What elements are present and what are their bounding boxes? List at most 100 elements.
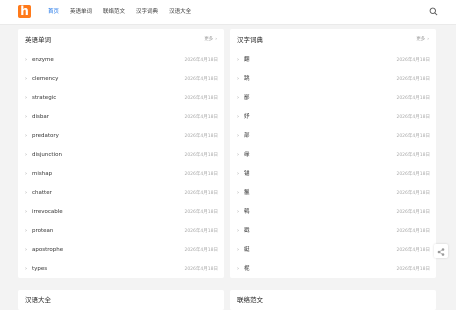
- item-link[interactable]: 綎: [244, 241, 250, 260]
- item-link[interactable]: strategic: [32, 89, 56, 108]
- english-word-list: › enzyme 2026年4月18日 › clemency 2026年4月18日 › str…: [18, 51, 224, 279]
- item-date: 2026年4月18日: [184, 153, 218, 158]
- list-item[interactable]: › 戳 2026年4月18日: [230, 222, 436, 241]
- share-icon: [437, 248, 445, 256]
- card-title: 汉语大全: [25, 296, 51, 304]
- list-item[interactable]: › disjunction 2026年4月18日: [18, 146, 224, 165]
- list-item[interactable]: › mishap 2026年4月18日: [18, 165, 224, 184]
- list-item[interactable]: › 綎 2026年4月18日: [230, 241, 436, 260]
- item-link[interactable]: 锚: [244, 165, 250, 184]
- chevron-right-icon: ›: [25, 171, 27, 177]
- more-label: 更多: [416, 37, 426, 42]
- item-link[interactable]: disjunction: [32, 146, 62, 165]
- chevron-right-icon: ›: [25, 209, 27, 215]
- list-item[interactable]: › 锚 2026年4月18日: [230, 165, 436, 184]
- chevron-right-icon: ›: [25, 152, 27, 158]
- list-item[interactable]: › 翻 2026年4月18日: [230, 51, 436, 70]
- chevron-right-icon: ›: [237, 171, 239, 177]
- chevron-right-icon: ›: [237, 57, 239, 63]
- item-date: 2026年4月18日: [396, 58, 430, 63]
- item-date: 2026年4月18日: [184, 115, 218, 120]
- more-label: 更多: [204, 37, 214, 42]
- list-item[interactable]: › 妤 2026年4月18日: [230, 108, 436, 127]
- english-words-card: 英语单词 更多 › › enzyme 2026年4月18日 › clemency 2026年…: [18, 29, 224, 278]
- list-item[interactable]: › 缘 2026年4月18日: [230, 146, 436, 165]
- item-link[interactable]: 柅: [244, 260, 250, 279]
- chevron-right-icon: ›: [237, 114, 239, 120]
- list-item[interactable]: › 部 2026年4月18日: [230, 127, 436, 146]
- item-link[interactable]: 翻: [244, 51, 250, 70]
- chevron-right-icon: ›: [215, 37, 217, 42]
- chinese-char-list: › 翻 2026年4月18日 › 跳 2026年4月18日 › 鄙 2026年4月18日 › 妤 20…: [230, 51, 436, 279]
- main-nav: 首页 英语单词 联络范文 汉字词典 汉语大全: [48, 0, 191, 24]
- item-date: 2026年4月18日: [184, 96, 218, 101]
- site-logo[interactable]: h: [18, 5, 31, 18]
- list-item[interactable]: › 柅 2026年4月18日: [230, 260, 436, 279]
- item-link[interactable]: 部: [244, 127, 250, 146]
- item-link[interactable]: 鄙: [244, 89, 250, 108]
- item-link[interactable]: mishap: [32, 165, 52, 184]
- chevron-right-icon: ›: [25, 95, 27, 101]
- chevron-right-icon: ›: [25, 190, 27, 196]
- nav-item-chinese-dictionary[interactable]: 汉字词典: [136, 0, 158, 24]
- chevron-right-icon: ›: [237, 266, 239, 272]
- item-date: 2026年4月18日: [396, 77, 430, 82]
- item-link[interactable]: 缘: [244, 146, 250, 165]
- item-date: 2026年4月18日: [184, 210, 218, 215]
- list-item[interactable]: › predatory 2026年4月18日: [18, 127, 224, 146]
- item-link[interactable]: 戳: [244, 222, 250, 241]
- nav-item-sample-essays[interactable]: 联络范文: [103, 0, 125, 24]
- chevron-right-icon: ›: [237, 133, 239, 139]
- item-link[interactable]: 鬣: [244, 184, 250, 203]
- list-item[interactable]: › types 2026年4月18日: [18, 260, 224, 279]
- list-item[interactable]: › 鄙 2026年4月18日: [230, 89, 436, 108]
- chevron-right-icon: ›: [237, 152, 239, 158]
- more-link[interactable]: 更多 ›: [204, 29, 217, 51]
- list-item[interactable]: › irrevocable 2026年4月18日: [18, 203, 224, 222]
- item-link[interactable]: chatter: [32, 184, 52, 203]
- list-item[interactable]: › protean 2026年4月18日: [18, 222, 224, 241]
- item-link[interactable]: irrevocable: [32, 203, 63, 222]
- item-link[interactable]: 跳: [244, 70, 250, 89]
- item-link[interactable]: 鹌: [244, 203, 250, 222]
- nav-item-home[interactable]: 首页: [48, 0, 59, 24]
- item-link[interactable]: apostrophe: [32, 241, 63, 260]
- chevron-right-icon: ›: [25, 133, 27, 139]
- search-icon[interactable]: [429, 7, 438, 16]
- list-item[interactable]: › strategic 2026年4月18日: [18, 89, 224, 108]
- more-link[interactable]: 更多 ›: [416, 29, 429, 51]
- list-item[interactable]: › chatter 2026年4月18日: [18, 184, 224, 203]
- list-item[interactable]: › 鹌 2026年4月18日: [230, 203, 436, 222]
- item-link[interactable]: clemency: [32, 70, 58, 89]
- share-button[interactable]: [434, 244, 448, 258]
- item-date: 2026年4月18日: [396, 134, 430, 139]
- item-date: 2026年4月18日: [184, 191, 218, 196]
- list-item[interactable]: › apostrophe 2026年4月18日: [18, 241, 224, 260]
- item-date: 2026年4月18日: [396, 248, 430, 253]
- item-link[interactable]: protean: [32, 222, 53, 241]
- list-item[interactable]: › clemency 2026年4月18日: [18, 70, 224, 89]
- item-link[interactable]: predatory: [32, 127, 59, 146]
- chevron-right-icon: ›: [25, 247, 27, 253]
- list-item[interactable]: › 跳 2026年4月18日: [230, 70, 436, 89]
- chevron-right-icon: ›: [237, 95, 239, 101]
- chevron-right-icon: ›: [237, 247, 239, 253]
- list-item[interactable]: › disbar 2026年4月18日: [18, 108, 224, 127]
- list-item[interactable]: › 鬣 2026年4月18日: [230, 184, 436, 203]
- item-link[interactable]: types: [32, 260, 47, 279]
- chevron-right-icon: ›: [25, 114, 27, 120]
- nav-item-english-words[interactable]: 英语单词: [70, 0, 92, 24]
- chevron-right-icon: ›: [25, 57, 27, 63]
- item-date: 2026年4月18日: [396, 191, 430, 196]
- chinese-collection-card: 汉语大全: [18, 290, 224, 310]
- item-link[interactable]: disbar: [32, 108, 49, 127]
- top-header: h 首页 英语单词 联络范文 汉字词典 汉语大全: [0, 0, 456, 25]
- nav-item-chinese-collection[interactable]: 汉语大全: [169, 0, 191, 24]
- item-link[interactable]: enzyme: [32, 51, 54, 70]
- chevron-right-icon: ›: [427, 37, 429, 42]
- item-date: 2026年4月18日: [184, 134, 218, 139]
- item-link[interactable]: 妤: [244, 108, 250, 127]
- chinese-dictionary-card: 汉字词典 更多 › › 翻 2026年4月18日 › 跳 2026年4月18日 › 鄙 2026年…: [230, 29, 436, 278]
- list-item[interactable]: › enzyme 2026年4月18日: [18, 51, 224, 70]
- chevron-right-icon: ›: [25, 76, 27, 82]
